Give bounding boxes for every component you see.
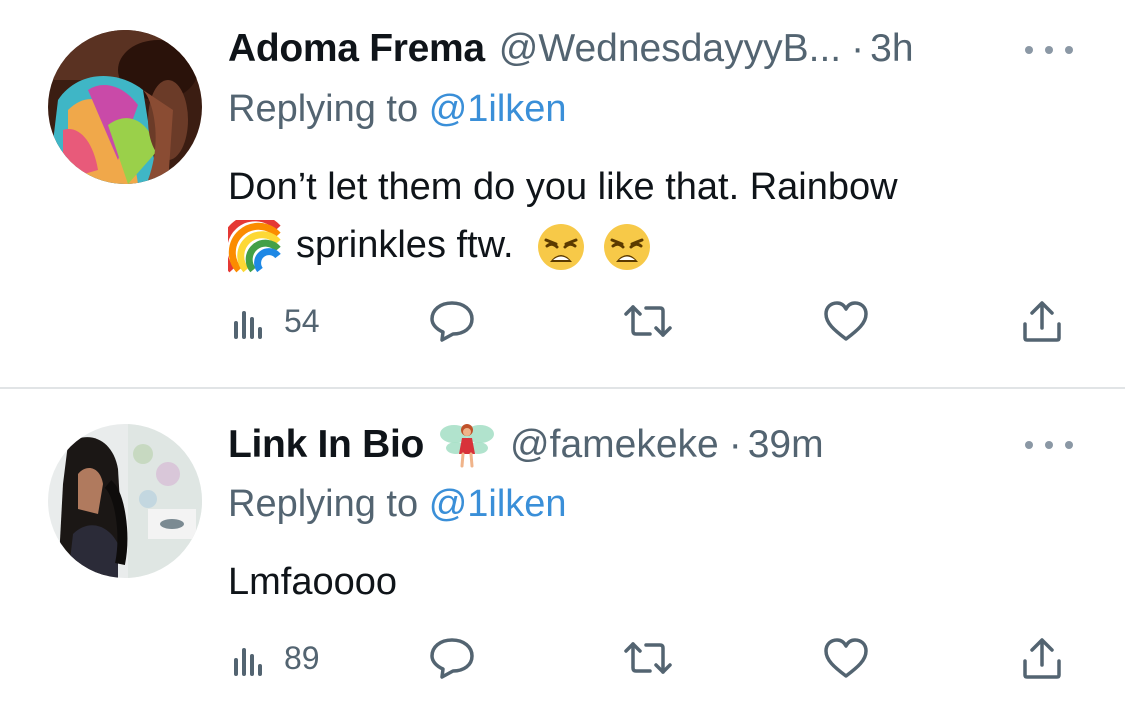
- avatar[interactable]: [48, 424, 202, 578]
- retweet-icon: [622, 301, 674, 341]
- retweet-button[interactable]: [622, 633, 674, 683]
- views-count: 54: [284, 302, 320, 339]
- share-icon: [1020, 635, 1064, 681]
- tweet-text-line: sprinkles ftw.: [220, 214, 1068, 274]
- timestamp[interactable]: 3h: [870, 27, 913, 71]
- user-handle[interactable]: @famekeke: [510, 423, 719, 467]
- action-bar: 54: [228, 296, 1068, 346]
- separator-dot: ·: [851, 27, 865, 70]
- views-icon: [230, 638, 270, 678]
- replying-to: Replying to @1ilken: [228, 88, 567, 131]
- tweet-text: Lmfaoooo: [228, 561, 398, 603]
- share-button[interactable]: [1020, 296, 1064, 346]
- tweet[interactable]: Adoma Frema @WednesdayyyB... · 3h Replyi…: [0, 0, 1125, 388]
- tweet-header: Adoma Frema @WednesdayyyB... · 3h: [228, 24, 914, 74]
- mention-link[interactable]: @1ilken: [429, 483, 567, 525]
- action-bar: 89: [228, 633, 1068, 683]
- reply-icon: [428, 299, 476, 343]
- tweet[interactable]: Link In Bio @famekeke · 39m Replying to …: [0, 389, 1125, 711]
- tweet-text-line: Don’t let them do you like that. Rainbow: [228, 166, 898, 208]
- user-handle[interactable]: @WednesdayyyB...: [499, 27, 841, 71]
- like-button[interactable]: [822, 296, 870, 346]
- avatar[interactable]: [48, 30, 202, 184]
- separator-dot: ·: [728, 423, 742, 466]
- retweet-icon: [622, 638, 674, 678]
- tweet-text: Don’t let them do you like that. Rainbow…: [220, 158, 1068, 274]
- rainbow-emoji-icon: [220, 214, 282, 274]
- display-name[interactable]: Link In Bio: [228, 423, 424, 467]
- views-button[interactable]: 54: [230, 296, 320, 346]
- more-icon[interactable]: [1025, 435, 1073, 455]
- share-button[interactable]: [1020, 633, 1064, 683]
- retweet-button[interactable]: [622, 296, 674, 346]
- weary-face-emoji-icon: [536, 222, 586, 272]
- mention-link[interactable]: @1ilken: [429, 88, 567, 130]
- share-icon: [1020, 298, 1064, 344]
- views-icon: [230, 301, 270, 341]
- timestamp[interactable]: 39m: [748, 423, 824, 467]
- tweet-header: Link In Bio @famekeke · 39m: [228, 420, 824, 470]
- like-icon: [822, 636, 870, 680]
- fairy-emoji-icon: [438, 420, 496, 470]
- views-button[interactable]: 89: [230, 633, 320, 683]
- reply-button[interactable]: [428, 633, 476, 683]
- replying-to-label: Replying to: [228, 483, 419, 525]
- replying-to-label: Replying to: [228, 88, 419, 130]
- more-icon[interactable]: [1025, 40, 1073, 60]
- tweet-text-part: sprinkles ftw.: [296, 224, 514, 266]
- display-name[interactable]: Adoma Frema: [228, 27, 485, 71]
- reply-icon: [428, 636, 476, 680]
- weary-face-emoji-icon: [602, 222, 652, 272]
- reply-button[interactable]: [428, 296, 476, 346]
- views-count: 89: [284, 639, 320, 676]
- replying-to: Replying to @1ilken: [228, 483, 567, 526]
- like-button[interactable]: [822, 633, 870, 683]
- like-icon: [822, 299, 870, 343]
